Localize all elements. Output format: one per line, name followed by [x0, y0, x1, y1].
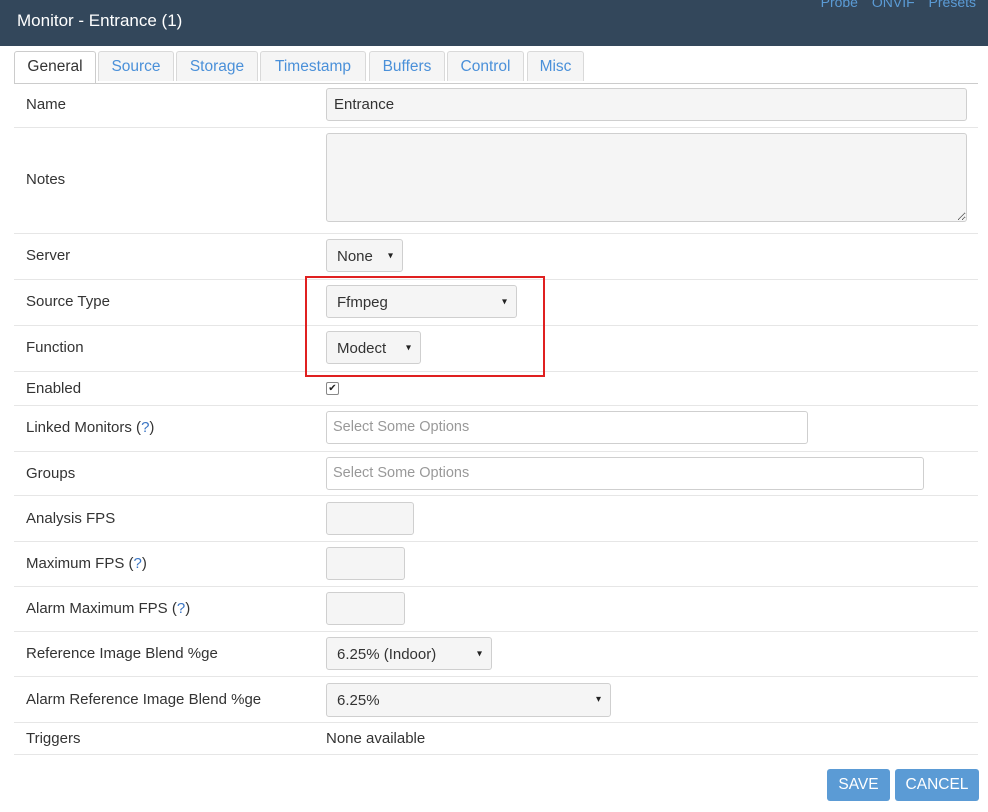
tab-storage[interactable]: Storage [176, 51, 258, 81]
enabled-label: Enabled [26, 380, 82, 397]
tab-timestamp[interactable]: Timestamp [260, 51, 366, 81]
chevron-down-icon: ▾ [387, 250, 393, 261]
maximum-fps-input[interactable] [326, 547, 405, 580]
header-links: Probe ONVIF Presets [811, 0, 976, 10]
help-link[interactable]: ? [134, 555, 142, 572]
alarm-reference-blend-value: 6.25% [337, 692, 380, 709]
analysis-fps-label: Analysis FPS [26, 510, 116, 527]
modal-header: Monitor - Entrance (1) Probe ONVIF Prese… [0, 0, 988, 46]
row-enabled: Enabled [14, 372, 978, 406]
server-label: Server [26, 247, 71, 264]
chevron-down-icon: ▾ [476, 648, 482, 659]
onvif-link[interactable]: ONVIF [872, 0, 915, 10]
function-label: Function [26, 339, 84, 356]
help-link[interactable]: ? [177, 600, 185, 617]
row-triggers: Triggers None available [14, 723, 978, 755]
highlight-box [305, 276, 545, 377]
tab-control[interactable]: Control [447, 51, 524, 81]
groups-input[interactable]: Select Some Options [326, 457, 924, 490]
notes-textarea[interactable] [326, 133, 967, 222]
page-title: Monitor - Entrance (1) [17, 11, 183, 30]
check-icon: ✔ [328, 383, 337, 394]
help-link[interactable]: ? [141, 419, 149, 436]
server-value: None [337, 248, 373, 265]
cancel-button[interactable]: CANCEL [895, 769, 979, 801]
tab-misc[interactable]: Misc [527, 51, 584, 81]
reference-blend-label: Reference Image Blend %ge [26, 645, 218, 662]
source-type-label: Source Type [26, 293, 110, 310]
alarm-reference-blend-label: Alarm Reference Image Blend %ge [26, 691, 262, 708]
tab-source[interactable]: Source [98, 51, 174, 81]
enabled-checkbox[interactable]: ✔ [326, 382, 339, 395]
reference-blend-value: 6.25% (Indoor) [337, 646, 437, 663]
chevron-down-icon: ▾ [595, 694, 601, 705]
tab-buffers[interactable]: Buffers [369, 51, 445, 81]
save-button[interactable]: SAVE [827, 769, 890, 801]
name-input[interactable] [326, 88, 967, 121]
alarm-maximum-fps-input[interactable] [326, 592, 405, 625]
analysis-fps-input[interactable] [326, 502, 414, 535]
reference-blend-select[interactable]: 6.25% (Indoor) ▾ [326, 637, 492, 670]
alarm-maximum-fps-label: Alarm Maximum FPS (?) [26, 600, 191, 617]
linked-monitors-input[interactable]: Select Some Options [326, 411, 808, 444]
tab-bar: General Source Storage Timestamp Buffers… [14, 51, 978, 83]
alarm-reference-blend-select[interactable]: 6.25% ▾ [326, 683, 611, 717]
presets-link[interactable]: Presets [929, 0, 976, 10]
row-maximum-fps: Maximum FPS (?) [14, 542, 978, 587]
name-label: Name [26, 96, 67, 113]
tab-general[interactable]: General [14, 51, 96, 83]
probe-link[interactable]: Probe [821, 0, 858, 10]
maximum-fps-label: Maximum FPS (?) [26, 555, 147, 572]
triggers-value: None available [326, 730, 426, 747]
row-server: Server [14, 234, 978, 280]
linked-monitors-label: Linked Monitors (?) [26, 419, 155, 436]
triggers-label: Triggers [26, 730, 81, 747]
row-analysis-fps: Analysis FPS [14, 496, 978, 542]
groups-label: Groups [26, 465, 76, 482]
server-select[interactable]: None ▾ [326, 239, 403, 272]
notes-label: Notes [26, 171, 66, 188]
row-alarm-maximum-fps: Alarm Maximum FPS (?) [14, 587, 978, 632]
row-reference-blend: Reference Image Blend %ge [14, 632, 978, 677]
